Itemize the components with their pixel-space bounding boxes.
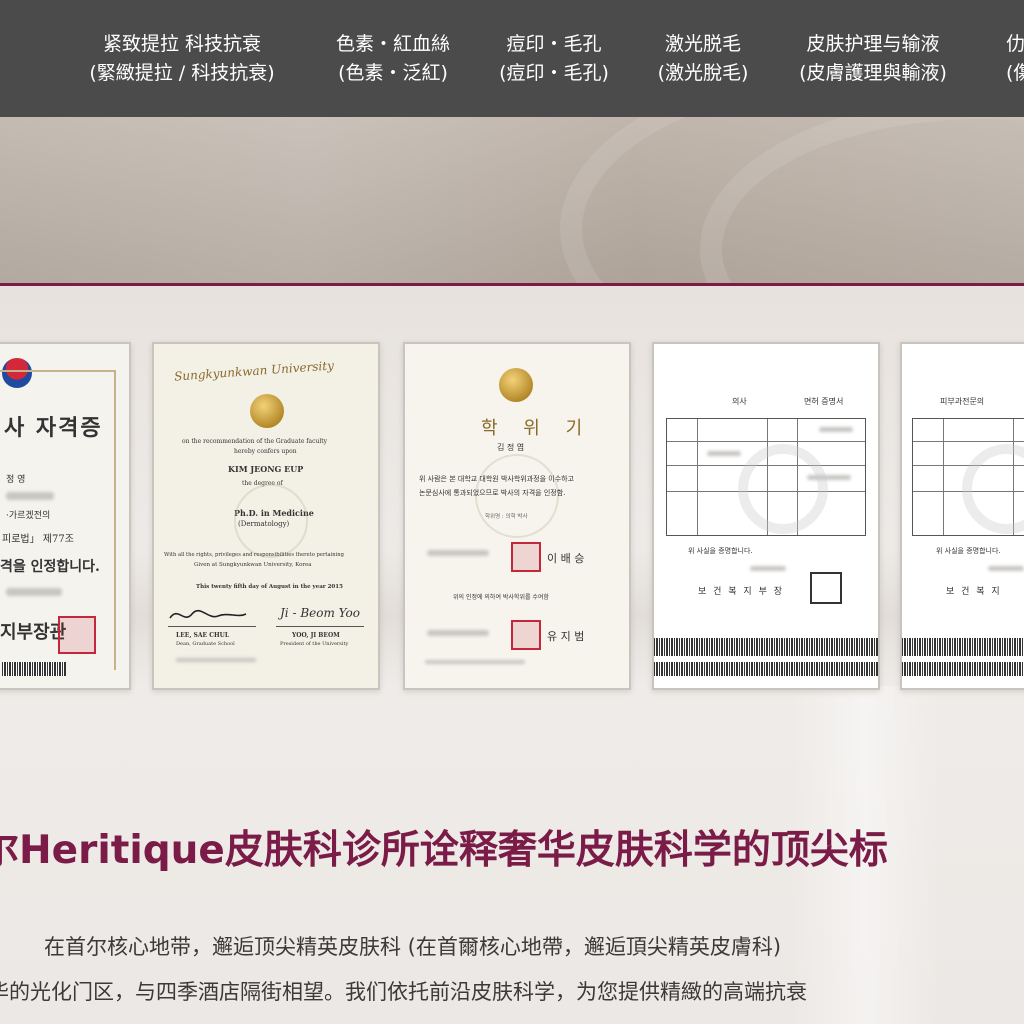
- signature-line: [276, 626, 364, 627]
- barcode-icon: [2, 662, 66, 676]
- redacted-text: [425, 660, 525, 664]
- nav-item-more-label: 仂: [1006, 33, 1024, 55]
- certificate-body: 논문심사에 통과되었으므로 박사의 자격을 인정함.: [419, 489, 566, 497]
- intro-text: 华的光化门区，与四季酒店隔街相望。我们依托前沿皮肤科学，为您提供精緻的高端抗衰: [0, 980, 807, 1004]
- form-confirmation: 위 사실을 증명합니다.: [936, 547, 1001, 555]
- barcode-icon: [902, 662, 1024, 676]
- form-confirmation: 위 사실을 증명합니다.: [688, 547, 753, 555]
- watermark-emblem-icon: [738, 444, 828, 534]
- certificate-line: 피로법」 제77조: [2, 534, 74, 545]
- certificate-korean-degree[interactable]: 학 위 기 김 정 엽 위 사람은 본 대학교 대학원 박사학위과정을 이수하고…: [403, 342, 631, 690]
- korea-emblem-icon: [2, 358, 32, 388]
- signature-line: [168, 626, 256, 627]
- redacted-date: [750, 566, 786, 571]
- nav-item-pigment-sublabel: (色素・泛紅): [338, 62, 448, 84]
- certificate-specialist-proof[interactable]: 피부과전문의 위 사실을 증명합니다. 보 건 복 지: [900, 342, 1024, 690]
- barcode-icon: [654, 638, 878, 656]
- issuing-ministry: 보 건 복 지: [946, 587, 1002, 597]
- nav-item-acne-pores-sublabel: (痘印・毛孔): [499, 62, 609, 84]
- signatory-name: YOO, JI BEOM: [292, 632, 340, 639]
- nav-item-lifting[interactable]: 紧致提拉 科技抗衰 (緊緻提拉 / 科技抗衰): [88, 30, 276, 88]
- redacted-date: [988, 566, 1024, 571]
- barcode-icon: [902, 638, 1024, 656]
- watermark-seal-icon: [234, 484, 308, 558]
- diploma-text: Given at Sungkyunkwan University, Korea: [194, 562, 312, 568]
- diploma-text: on the recommendation of the Graduate fa…: [182, 438, 328, 445]
- certificate-line: ·가르겠전의: [6, 511, 51, 521]
- certificate-holder-name: 정 영: [6, 475, 26, 485]
- university-name: Sungkyunkwan University: [173, 358, 335, 384]
- barcode-icon: [654, 662, 878, 676]
- certificate-line: 격을 인정합니다.: [0, 559, 100, 575]
- certificate-medical-license[interactable]: 사 자격증 정 영 ·가르겠전의 피로법」 제77조 격을 인정합니다. 지부장…: [0, 342, 131, 690]
- university-seal-icon: [250, 394, 284, 428]
- signature-icon: [169, 609, 247, 619]
- redacted-date: [6, 588, 62, 596]
- redacted-text: [427, 630, 489, 636]
- diploma-recipient: KIM JEONG EUP: [228, 464, 304, 474]
- certificate-recipient: 김 정 엽: [497, 443, 525, 452]
- signature-text: 유 지 범: [547, 630, 585, 643]
- intro-paragraph-line: 在首尔核心地带，邂逅顶尖精英皮肤科 (在首爾核心地帶，邂逅頂尖精英皮膚科): [0, 930, 1024, 970]
- nav-item-laser-hair-removal-label: 激光脱毛: [664, 33, 741, 55]
- intro-paragraph-line: 华的光化门区，与四季酒店隔街相望。我们依托前沿皮肤科学，为您提供精緻的高端抗衰: [0, 975, 1024, 1024]
- signature-text: 이 배 승: [547, 552, 585, 565]
- nav-item-skincare-infusion-label: 皮肤护理与输液: [806, 33, 940, 55]
- official-seal-icon: [511, 620, 541, 650]
- hero-banner: [0, 117, 1024, 283]
- nav-item-laser-hair-removal[interactable]: 激光脱毛 (激光脫毛): [650, 30, 756, 88]
- redacted-text: [819, 427, 853, 432]
- signatory-title: President of the University: [280, 641, 349, 647]
- university-seal-icon: [499, 368, 533, 402]
- form-column: [697, 419, 698, 535]
- nav-item-acne-pores[interactable]: 痘印・毛孔 (痘印・毛孔): [492, 30, 616, 88]
- issuing-ministry: 보 건 복 지 부 장: [698, 587, 784, 597]
- certificate-license-proof[interactable]: 의사 면허 증명서 위 사실을 증명합니다. 보 건 복 지 부 장: [652, 342, 880, 690]
- nav-item-lifting-label: 紧致提拉 科技抗衰: [102, 33, 262, 55]
- nav-item-pigment-label: 色素・紅血絲: [335, 33, 450, 55]
- official-seal-icon: [511, 542, 541, 572]
- nav-item-more-sublabel: (傷: [1006, 62, 1024, 84]
- certificate-field: 학위명 : 의학 박사: [485, 514, 528, 520]
- section-title: 尔Heritique皮肤科诊所诠释奢华皮肤科学的顶尖标: [0, 828, 888, 873]
- signatory-name: LEE, SAE CHUL: [176, 632, 230, 639]
- nav-item-skincare-infusion[interactable]: 皮肤护理与输液 (皮膚護理與輸液): [790, 30, 956, 88]
- certificate-title: 사 자격증: [4, 415, 103, 441]
- top-navigation: 紧致提拉 科技抗衰 (緊緻提拉 / 科技抗衰) 色素・紅血絲 (色素・泛紅) 痘…: [0, 0, 1024, 117]
- intro-text: 在首尔核心地带，邂逅顶尖精英皮肤科 (在首爾核心地帶，邂逅頂尖精英皮膚科): [44, 935, 782, 959]
- redacted-text: [6, 492, 54, 500]
- form-column: [943, 419, 944, 535]
- nav-item-laser-hair-removal-sublabel: (激光脫毛): [657, 62, 749, 84]
- certificate-border-line: [114, 370, 116, 670]
- official-seal-icon: [58, 616, 96, 654]
- certificate-body: 위의 인정에 의하여 박사학위를 수여함: [453, 594, 549, 601]
- signature-script: Ji - Beom Yoo: [280, 606, 360, 620]
- official-stamp-icon: [810, 572, 842, 604]
- form-header: 의사: [732, 397, 747, 406]
- diploma-text: hereby confers upon: [234, 448, 297, 455]
- redacted-text: [176, 658, 256, 662]
- diploma-date: This twenty fifth day of August in the y…: [196, 584, 343, 590]
- certificate-issuer: 지부장관: [0, 622, 67, 643]
- certificate-phd-diploma[interactable]: Sungkyunkwan University on the recommend…: [152, 342, 380, 690]
- nav-item-lifting-sublabel: (緊緻提拉 / 科技抗衰): [89, 62, 275, 84]
- form-row: [913, 441, 1024, 442]
- nav-item-more[interactable]: 仂 (傷: [1006, 30, 1024, 88]
- section-headline: 尔Heritique皮肤科诊所诠释奢华皮肤科学的顶尖标: [0, 825, 1024, 885]
- nav-item-skincare-infusion-sublabel: (皮膚護理與輸液): [799, 62, 947, 84]
- redacted-text: [427, 550, 489, 556]
- certificate-body: 위 사람은 본 대학교 대학원 박사학위과정을 이수하고: [419, 475, 575, 483]
- redacted-text: [707, 451, 741, 456]
- form-header: 면허 증명서: [804, 397, 844, 406]
- nav-item-pigment[interactable]: 色素・紅血絲 (色素・泛紅): [322, 30, 464, 88]
- certificate-border-line: [0, 370, 116, 372]
- nav-item-acne-pores-label: 痘印・毛孔: [506, 33, 602, 55]
- diploma-text: With all the rights, privileges and resp…: [164, 552, 344, 558]
- certificate-title: 학 위 기: [481, 418, 593, 439]
- signatory-title: Dean, Graduate School: [176, 641, 235, 647]
- form-header: 피부과전문의: [940, 397, 985, 406]
